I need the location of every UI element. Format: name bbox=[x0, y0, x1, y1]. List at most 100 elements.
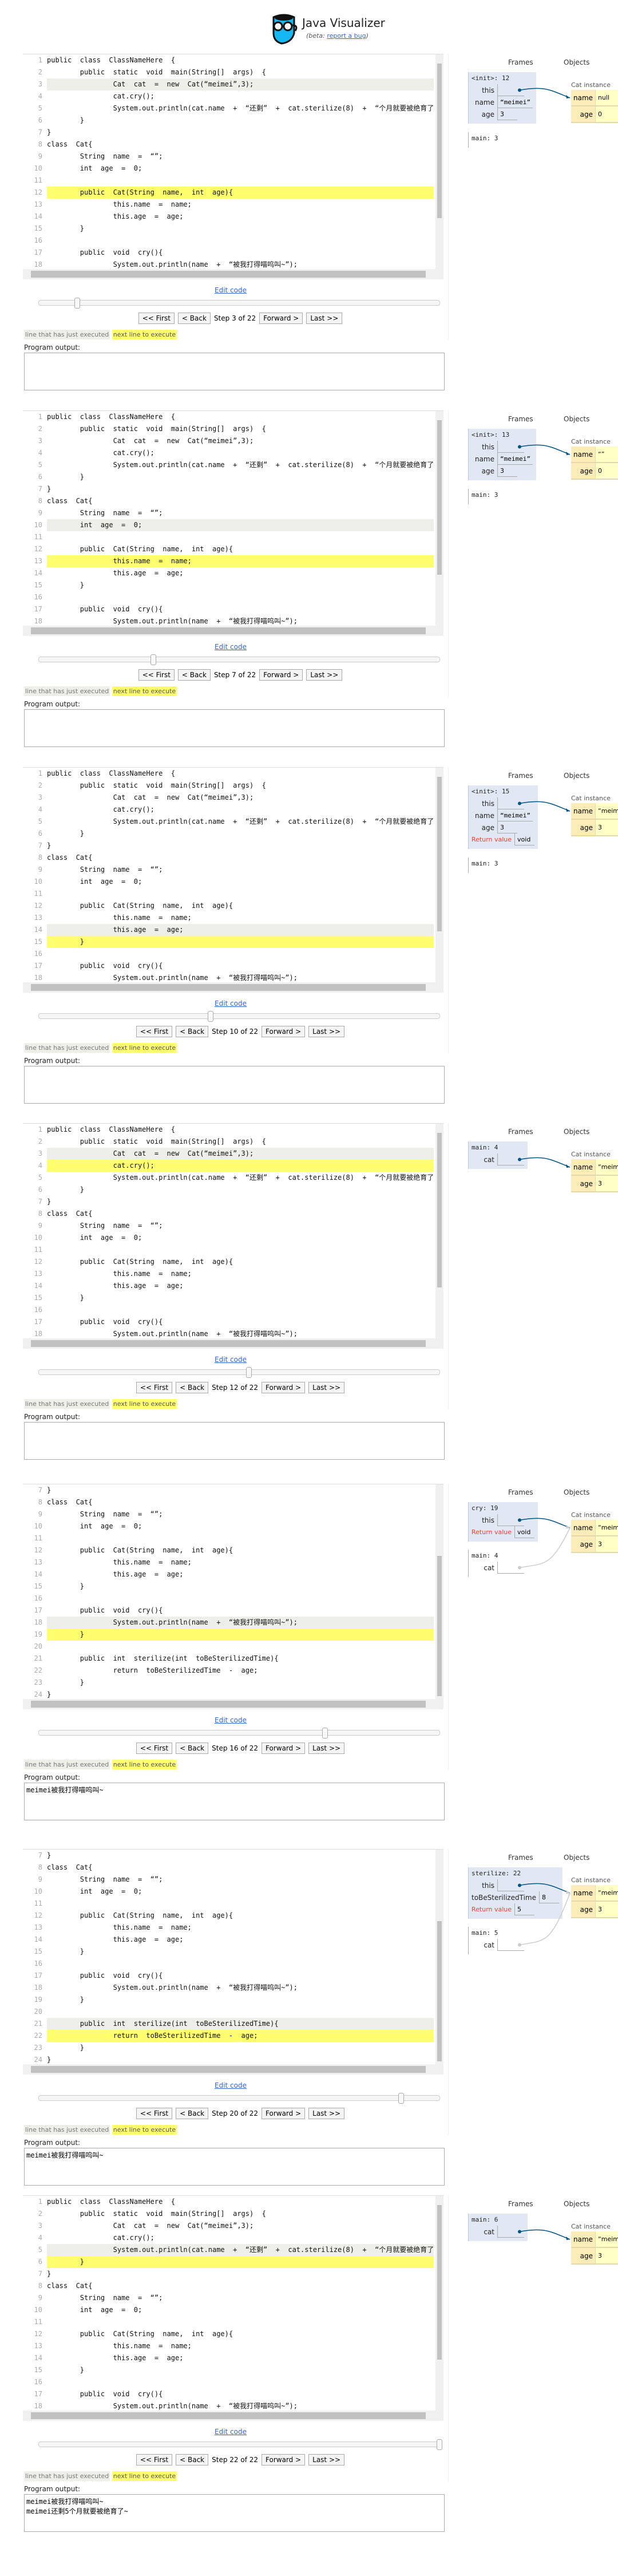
last-button[interactable]: Last >> bbox=[308, 1743, 345, 1754]
vertical-scrollbar[interactable] bbox=[435, 1484, 443, 1699]
scrollbar-thumb[interactable] bbox=[31, 984, 426, 991]
edit-code-link[interactable]: Edit code bbox=[215, 2428, 247, 2436]
line-text: } bbox=[47, 841, 52, 850]
line-number: 6 bbox=[38, 116, 42, 124]
vertical-scrollbar[interactable] bbox=[435, 768, 443, 982]
scrollbar-thumb[interactable] bbox=[437, 1921, 442, 2061]
last-button[interactable]: Last >> bbox=[306, 313, 343, 324]
step-slider[interactable] bbox=[38, 298, 440, 309]
horizontal-scrollbar[interactable] bbox=[23, 982, 443, 993]
forward-button[interactable]: Forward > bbox=[262, 2108, 306, 2119]
slider-handle[interactable] bbox=[322, 1728, 328, 1739]
code-viewer: 1 public class ClassNameHere {2 public st… bbox=[23, 54, 443, 279]
back-button[interactable]: < Back bbox=[176, 2108, 209, 2119]
line-text: public Cat(String name, int age){ bbox=[47, 545, 233, 553]
step-counter: Step 12 of 22 bbox=[212, 1384, 258, 1392]
vertical-scrollbar[interactable] bbox=[435, 2196, 443, 2411]
edit-code-link[interactable]: Edit code bbox=[215, 643, 247, 651]
line-text: } bbox=[47, 224, 85, 232]
horizontal-scrollbar[interactable] bbox=[23, 1338, 443, 1349]
scrollbar-thumb[interactable] bbox=[31, 271, 426, 278]
vertical-scrollbar[interactable] bbox=[435, 54, 443, 269]
code-line: 6 } bbox=[23, 471, 434, 483]
slider-handle[interactable] bbox=[150, 654, 156, 665]
step-slider[interactable] bbox=[38, 2439, 442, 2450]
horizontal-scrollbar[interactable] bbox=[23, 269, 443, 279]
edit-code-link[interactable]: Edit code bbox=[215, 1716, 247, 1724]
slider-handle[interactable] bbox=[74, 298, 80, 309]
scrollbar-thumb[interactable] bbox=[437, 64, 442, 218]
line-number: 3 bbox=[38, 2222, 42, 2230]
last-button[interactable]: Last >> bbox=[306, 669, 343, 681]
back-button[interactable]: < Back bbox=[177, 669, 211, 681]
back-button[interactable]: < Back bbox=[177, 313, 211, 324]
first-button[interactable]: << First bbox=[136, 1026, 173, 1037]
scrollbar-thumb[interactable] bbox=[437, 777, 442, 931]
forward-button[interactable]: Forward > bbox=[259, 313, 303, 324]
line-number: 9 bbox=[38, 866, 42, 874]
scrollbar-thumb[interactable] bbox=[31, 2412, 426, 2419]
vertical-scrollbar[interactable] bbox=[435, 1850, 443, 2064]
step-slider[interactable] bbox=[38, 1011, 440, 1022]
first-button[interactable]: << First bbox=[136, 1743, 173, 1754]
line-text: } bbox=[47, 128, 52, 136]
scrollbar-thumb[interactable] bbox=[437, 1556, 442, 1696]
last-button[interactable]: Last >> bbox=[308, 2454, 345, 2466]
slider-handle[interactable] bbox=[398, 2093, 405, 2104]
code-line: 11 bbox=[23, 175, 434, 187]
scrollbar-thumb[interactable] bbox=[437, 420, 442, 575]
slider-handle[interactable] bbox=[208, 1011, 213, 1022]
back-button[interactable]: < Back bbox=[176, 1026, 209, 1037]
vertical-scrollbar[interactable] bbox=[435, 1124, 443, 1338]
forward-button[interactable]: Forward > bbox=[262, 1382, 306, 1393]
back-button[interactable]: < Back bbox=[176, 1743, 209, 1754]
last-button[interactable]: Last >> bbox=[308, 1026, 345, 1037]
scrollbar-thumb[interactable] bbox=[31, 627, 426, 634]
frame-title: <init>: 15 bbox=[472, 788, 510, 795]
code-line: 19 } bbox=[23, 1994, 434, 2006]
last-button[interactable]: Last >> bbox=[308, 2108, 345, 2119]
back-button[interactable]: < Back bbox=[176, 1382, 209, 1393]
scrollbar-thumb[interactable] bbox=[437, 1133, 442, 1287]
step-slider[interactable] bbox=[38, 1728, 440, 1739]
scrollbar-thumb[interactable] bbox=[31, 2066, 426, 2073]
line-text: String name = “”; bbox=[47, 1510, 163, 1518]
scrollbar-thumb[interactable] bbox=[31, 1340, 426, 1347]
forward-button[interactable]: Forward > bbox=[259, 669, 303, 681]
last-button[interactable]: Last >> bbox=[308, 1382, 345, 1393]
horizontal-scrollbar[interactable] bbox=[23, 1699, 443, 1709]
first-button[interactable]: << First bbox=[136, 2454, 173, 2466]
horizontal-scrollbar[interactable] bbox=[23, 2411, 443, 2421]
horizontal-scrollbar[interactable] bbox=[23, 2064, 443, 2075]
edit-code-link[interactable]: Edit code bbox=[215, 999, 247, 1008]
edit-code-link[interactable]: Edit code bbox=[215, 286, 247, 294]
step-slider[interactable] bbox=[38, 2093, 440, 2104]
step-slider[interactable] bbox=[38, 654, 440, 665]
horizontal-scrollbar[interactable] bbox=[23, 626, 443, 636]
edit-code-link[interactable]: Edit code bbox=[215, 1356, 247, 1364]
line-text: public void cry(){ bbox=[47, 1971, 163, 1980]
back-button[interactable]: < Back bbox=[176, 2454, 209, 2466]
first-button[interactable]: << First bbox=[138, 669, 175, 681]
slider-handle[interactable] bbox=[245, 1367, 252, 1378]
step-slider[interactable] bbox=[38, 1367, 440, 1378]
line-number: 7 bbox=[38, 841, 42, 850]
variable-value: “meimei” bbox=[497, 96, 533, 108]
report-bug-link[interactable]: report a bug bbox=[327, 32, 366, 39]
first-button[interactable]: << First bbox=[136, 1382, 173, 1393]
first-button[interactable]: << First bbox=[138, 313, 175, 324]
forward-button[interactable]: Forward > bbox=[262, 2454, 306, 2466]
forward-button[interactable]: Forward > bbox=[262, 1743, 306, 1754]
vertical-scrollbar[interactable] bbox=[435, 411, 443, 626]
scrollbar-thumb[interactable] bbox=[437, 2205, 442, 2360]
code-line: 8 class Cat{ bbox=[23, 1208, 434, 1220]
code-line: 6 } bbox=[23, 828, 434, 840]
scrollbar-thumb[interactable] bbox=[31, 1701, 426, 1708]
slider-handle[interactable] bbox=[437, 2439, 442, 2450]
first-button[interactable]: << First bbox=[136, 2108, 173, 2119]
forward-button[interactable]: Forward > bbox=[262, 1026, 306, 1037]
line-number: 18 bbox=[34, 2402, 42, 2410]
line-number: 18 bbox=[34, 974, 42, 982]
code-line: 13 this.name = name; bbox=[23, 912, 434, 924]
edit-code-link[interactable]: Edit code bbox=[215, 2081, 247, 2089]
